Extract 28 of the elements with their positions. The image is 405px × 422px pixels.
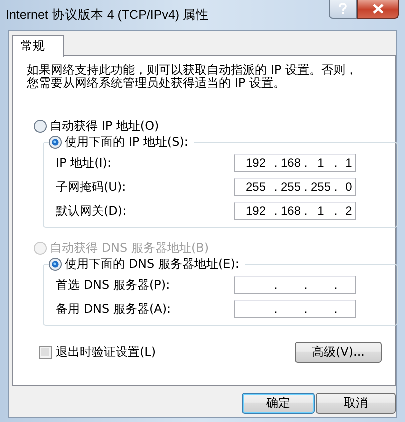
ip-address-field[interactable]: 255 . 255 . 255 . 0 — [234, 178, 356, 196]
field-label: 默认网关(D): — [56, 202, 128, 220]
ip-address-field[interactable]: 192 . 168 . 1 . 1 — [234, 154, 356, 172]
ip-address-field[interactable]: 192 . 168 . 1 . 2 — [234, 202, 356, 220]
dialog-button[interactable]: 确定 — [242, 393, 315, 414]
radio-button[interactable] — [49, 258, 62, 270]
window-title: Internet 协议版本 4 (TCP/IPv4) 属性 — [6, 7, 210, 24]
description-text: 如果网络支持此功能，则可以获取自动指派的 IP 设置。否则， — [27, 64, 358, 77]
radio-button[interactable] — [49, 136, 62, 148]
ip-address-field[interactable]: . . . — [234, 300, 356, 318]
checkbox-label: 退出时验证设置(L) — [56, 344, 156, 361]
checkbox[interactable] — [39, 346, 52, 359]
help-button[interactable] — [329, 0, 357, 19]
dialog-button[interactable]: 取消 — [316, 393, 396, 414]
ip-address-field[interactable]: . . . — [234, 276, 356, 294]
radio-label: 自动获得 DNS 服务器地址(B) — [50, 240, 210, 256]
field-label: IP 地址(I): — [56, 154, 113, 172]
radio-label: 自动获得 IP 地址(O) — [50, 118, 160, 134]
advanced-button[interactable]: 高级(V)... — [295, 342, 382, 363]
field-label: 子网掩码(U): — [56, 178, 128, 196]
tab[interactable]: 常规 — [12, 35, 64, 57]
field-label: 首选 DNS 服务器(P): — [56, 276, 172, 294]
close-button[interactable] — [357, 0, 399, 19]
question-mark-icon — [338, 3, 348, 15]
radio-button[interactable] — [34, 120, 47, 132]
description-text: 您需要从网络系统管理员处获得适当的 IP 设置。 — [27, 77, 286, 90]
close-icon — [372, 4, 384, 14]
field-label: 备用 DNS 服务器(A): — [56, 300, 172, 318]
